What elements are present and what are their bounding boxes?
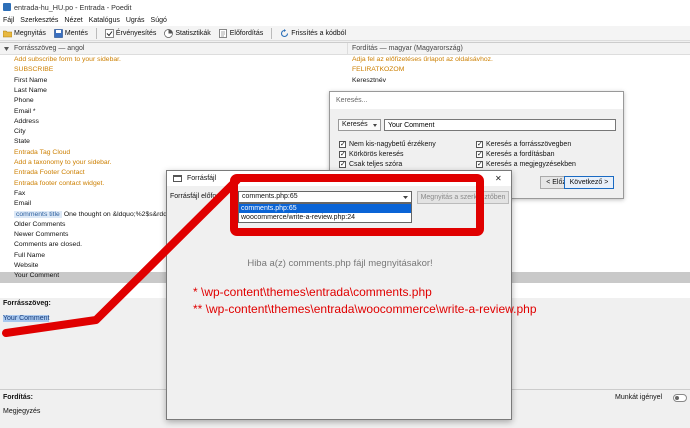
annotation-line-2: ** \wp-content\themes\entrada\woocommerc… <box>193 302 537 316</box>
annotation-line-1: * \wp-content\themes\entrada\comments.ph… <box>193 285 432 299</box>
highlight-rectangle <box>230 174 484 236</box>
annotation-overlay <box>2 174 484 337</box>
